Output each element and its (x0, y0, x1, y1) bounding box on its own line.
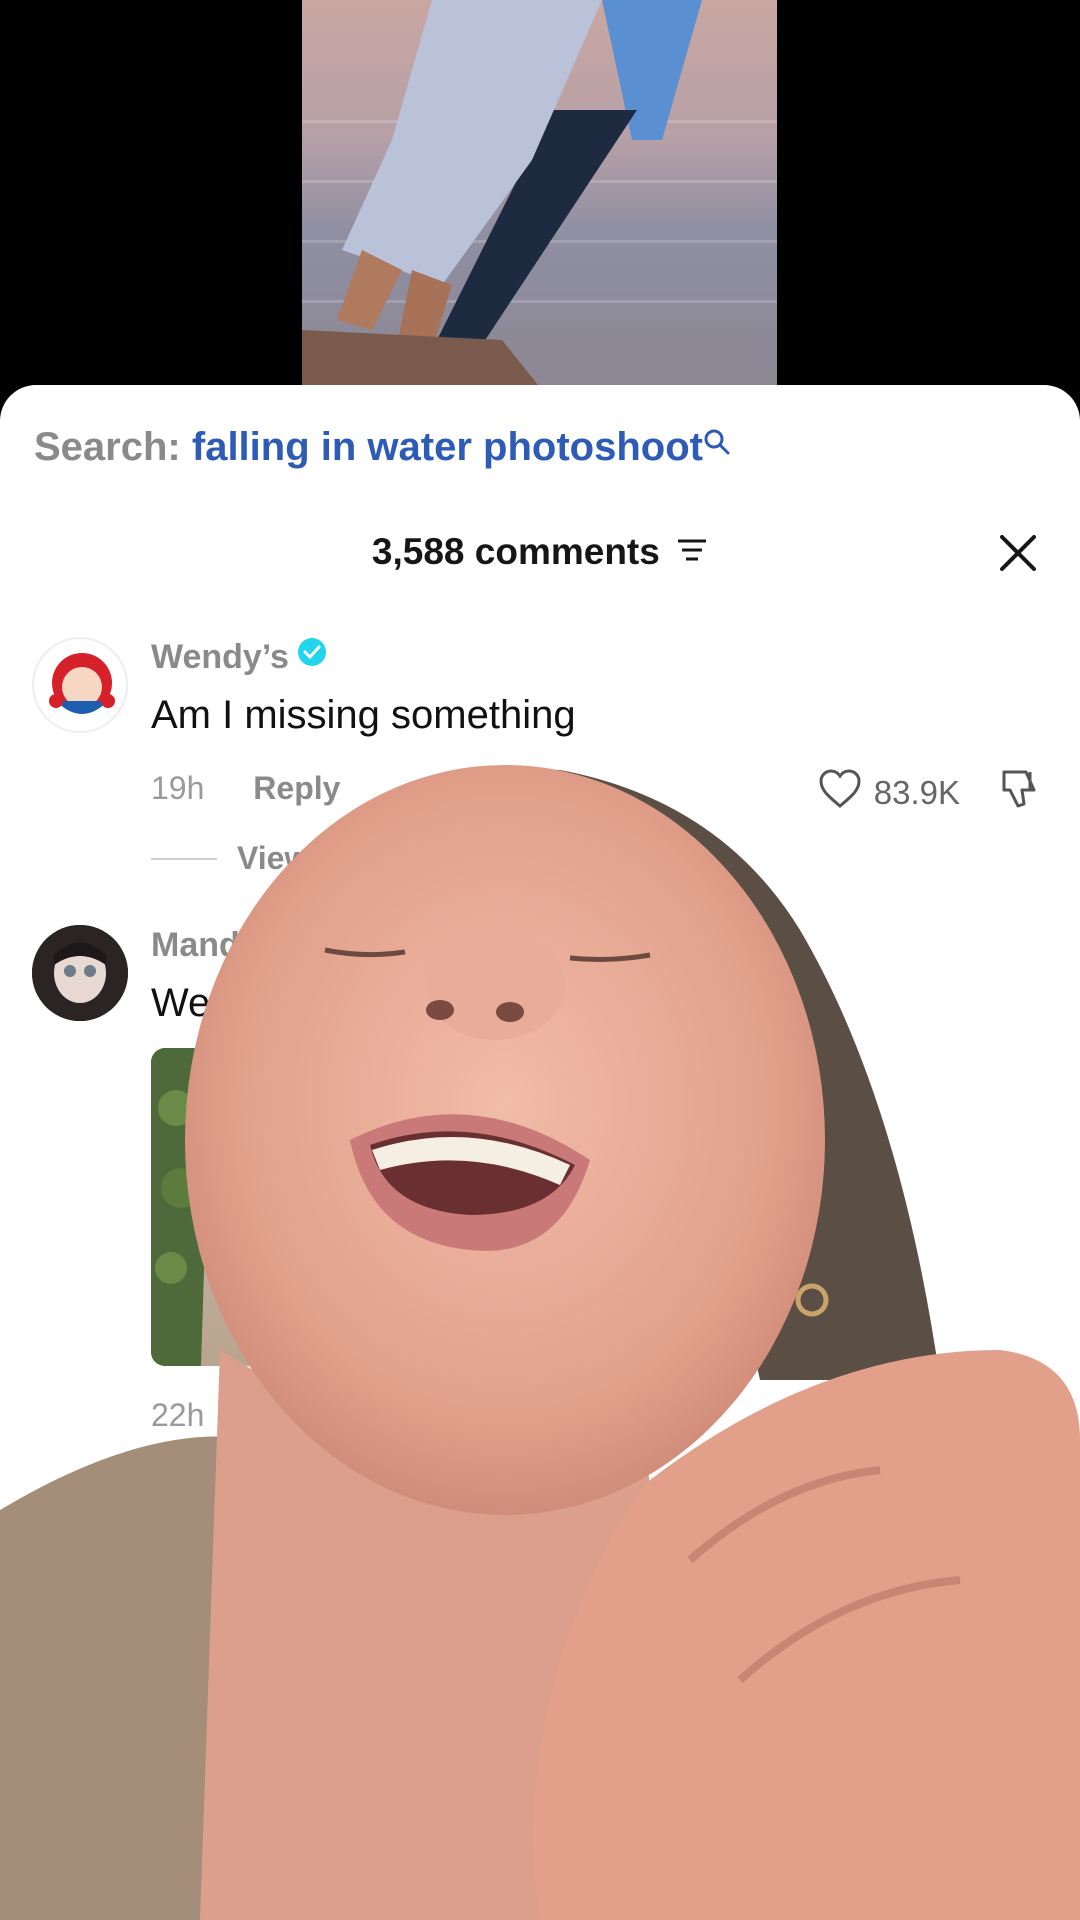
close-icon[interactable] (996, 531, 1040, 575)
comment-username[interactable]: Wendy’s (151, 637, 327, 677)
comment-text: Welc (151, 981, 240, 1025)
comment-time: 22h (151, 1397, 205, 1433)
heart-icon[interactable] (818, 769, 862, 817)
verified-badge-icon (297, 637, 327, 676)
view-replies-button[interactable]: View (151, 840, 309, 877)
view-replies-label: View (237, 840, 310, 876)
comments-count-header: 3,588 comments (0, 531, 1080, 573)
avatar[interactable] (32, 925, 128, 1021)
filter-icon[interactable] (676, 530, 708, 572)
comment-text: Am I missing something (151, 693, 576, 737)
search-icon (703, 421, 731, 466)
reply-button[interactable]: Reply (253, 770, 340, 806)
video-thumbnail[interactable] (302, 0, 777, 390)
search-query[interactable]: falling in water photoshoot (192, 425, 703, 469)
search-suggestion[interactable]: Search: falling in water photoshoot (34, 425, 731, 470)
comments-sheet: Search: falling in water photoshoot 3,58… (0, 385, 1080, 1920)
comment-username[interactable]: Mandi (151, 926, 249, 965)
avatar[interactable] (32, 637, 128, 733)
like-group: 83.9K (818, 768, 1040, 818)
comment-meta: 19h Reply (151, 770, 340, 807)
search-label: Search: (34, 425, 181, 469)
comment-attached-image[interactable] (151, 1048, 391, 1366)
username-text: Wendy’s (151, 638, 289, 676)
comment-time: 19h (151, 770, 205, 806)
comments-count: 3,588 comments (371, 531, 660, 572)
like-count: 83.9K (873, 774, 960, 811)
view-replies-divider (151, 857, 217, 860)
dislike-icon[interactable] (1000, 768, 1040, 818)
couple-figure (302, 0, 702, 390)
